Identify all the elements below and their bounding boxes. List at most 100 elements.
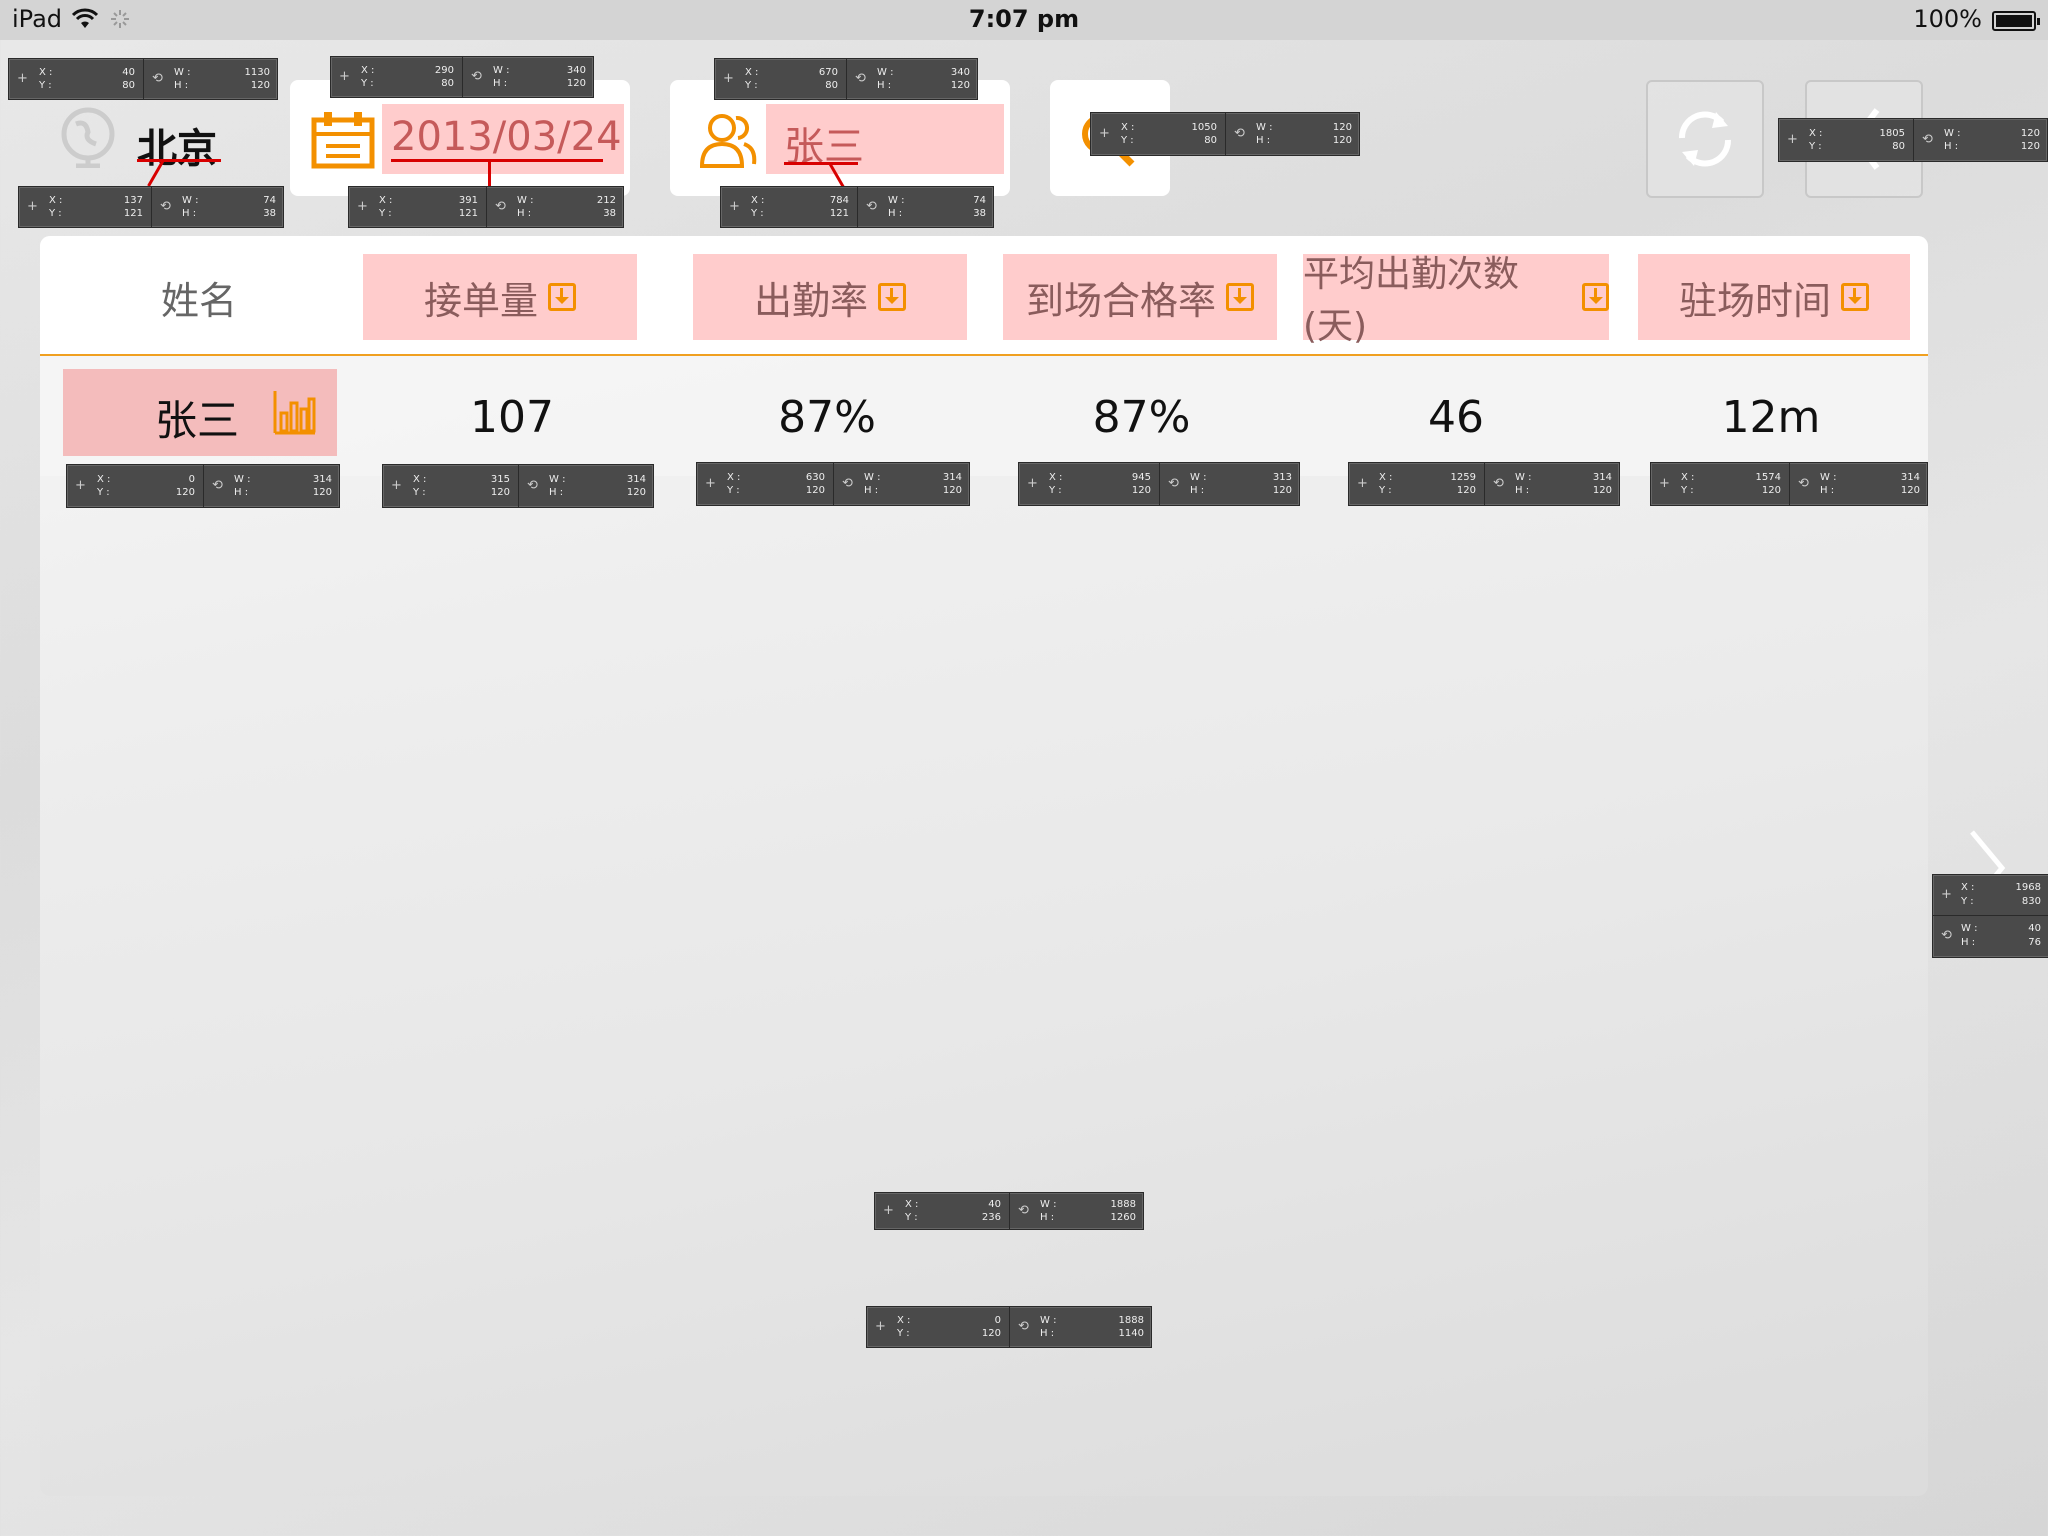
measurement-tag: + X : Y : 784 121 ⟲ W : H : 74 38 (720, 186, 994, 228)
x-label: X : (1049, 472, 1063, 483)
x-label: X : (745, 67, 759, 78)
x-value: 0 (994, 1315, 1001, 1326)
position-icon: + (883, 1203, 894, 1218)
x-value: 945 (1131, 472, 1151, 483)
cell-onsite-time: 12m (1721, 391, 1821, 443)
size-icon: ⟲ (1941, 928, 1952, 943)
w-label: W : (182, 195, 199, 206)
w-value: 340 (950, 67, 970, 78)
x-value: 1574 (1755, 472, 1781, 483)
y-value: 236 (981, 1212, 1001, 1223)
y-value: 120 (175, 487, 195, 498)
measurement-tag: + X : Y : 40 236 ⟲ W : H : 1888 1260 (874, 1192, 1144, 1230)
column-header-label: 出勤率 (753, 278, 868, 323)
x-value: 0 (188, 474, 195, 485)
sort-icon (1226, 283, 1254, 311)
w-label: W : (1256, 122, 1273, 133)
w-label: W : (1515, 472, 1532, 483)
h-label: H : (1944, 141, 1959, 152)
column-header-label: 到场合格率 (1025, 278, 1216, 323)
x-value: 784 (829, 195, 849, 206)
column-header-label: 姓名 (160, 278, 237, 323)
position-icon: + (1659, 476, 1670, 491)
column-header-orders[interactable]: 接单量 (363, 254, 637, 340)
h-label: H : (517, 208, 532, 219)
name-cell[interactable]: 张三 (63, 369, 337, 456)
position-icon: + (705, 476, 716, 491)
y-value: 80 (122, 80, 135, 91)
size-icon: ⟲ (1018, 1203, 1029, 1218)
measurement-tag: + X : Y : 630 120 ⟲ W : H : 314 120 (696, 462, 970, 506)
h-value: 120 (2020, 141, 2040, 152)
h-value: 38 (603, 208, 616, 219)
w-value: 212 (596, 195, 616, 206)
column-header-pass-rate[interactable]: 到场合格率 (1003, 254, 1277, 340)
x-label: X : (379, 195, 393, 206)
x-value: 315 (490, 474, 510, 485)
y-value: 80 (1892, 141, 1905, 152)
size-icon: ⟲ (1234, 126, 1245, 141)
w-value: 74 (973, 195, 986, 206)
x-label: X : (1379, 472, 1393, 483)
sort-icon (548, 283, 576, 311)
battery-icon (1992, 11, 2040, 31)
w-value: 1888 (1110, 1199, 1136, 1210)
x-value: 1805 (1879, 128, 1905, 139)
sort-icon (1841, 283, 1869, 311)
h-value: 120 (250, 80, 270, 91)
x-value: 40 (122, 67, 135, 78)
y-label: Y : (751, 208, 764, 219)
position-icon: + (875, 1319, 886, 1334)
y-label: Y : (379, 208, 392, 219)
y-label: Y : (49, 208, 62, 219)
y-value: 80 (825, 80, 838, 91)
h-label: H : (234, 487, 249, 498)
globe-icon[interactable] (58, 104, 122, 169)
column-header-onsite-time[interactable]: 驻场时间 (1638, 254, 1910, 340)
measurement-tag: + X : Y : 945 120 ⟲ W : H : 313 120 (1018, 462, 1300, 506)
column-header-name: 姓名 (64, 254, 334, 340)
measurement-tag: + X : Y : 1805 80 ⟲ W : H : 120 120 (1778, 118, 2048, 162)
row-name: 张三 (155, 396, 240, 445)
y-label: Y : (361, 78, 374, 89)
column-header-attendance[interactable]: 出勤率 (693, 254, 967, 340)
city-underline-marker (137, 159, 221, 162)
position-icon: + (1941, 887, 1952, 902)
x-label: X : (1681, 472, 1695, 483)
position-icon: + (1027, 476, 1038, 491)
h-value: 1260 (1110, 1212, 1136, 1223)
y-value: 120 (1131, 485, 1151, 496)
h-value: 120 (1900, 485, 1920, 496)
position-icon: + (75, 478, 86, 493)
position-icon: + (27, 199, 38, 214)
y-label: Y : (1809, 141, 1822, 152)
size-icon: ⟲ (866, 199, 877, 214)
h-value: 120 (950, 80, 970, 91)
sort-icon (1581, 283, 1609, 311)
measurement-tag: + X : Y : 391 121 ⟲ W : H : 212 38 (348, 186, 624, 228)
h-label: H : (174, 80, 189, 91)
w-label: W : (877, 67, 894, 78)
bar-chart-icon[interactable] (273, 389, 317, 435)
y-value: 80 (441, 78, 454, 89)
w-label: W : (1040, 1199, 1057, 1210)
x-value: 40 (988, 1199, 1001, 1210)
column-header-avg-attendance[interactable]: 平均出勤次数(天) (1303, 254, 1609, 347)
calendar-icon (311, 112, 375, 169)
w-label: W : (1961, 923, 1978, 934)
h-value: 38 (263, 208, 276, 219)
h-label: H : (1515, 485, 1530, 496)
h-value: 76 (2028, 937, 2041, 948)
city-label[interactable]: 北京 (137, 116, 217, 174)
clock: 7:07 pm (968, 5, 1080, 33)
h-value: 120 (312, 487, 332, 498)
refresh-button[interactable] (1646, 80, 1764, 198)
w-label: W : (1944, 128, 1961, 139)
x-value: 1968 (2015, 882, 2041, 893)
size-icon: ⟲ (855, 71, 866, 86)
w-value: 314 (626, 474, 646, 485)
h-value: 1140 (1118, 1328, 1144, 1339)
date-value[interactable]: 2013/03/24 (391, 114, 622, 160)
h-label: H : (549, 487, 564, 498)
y-value: 830 (2021, 896, 2041, 907)
